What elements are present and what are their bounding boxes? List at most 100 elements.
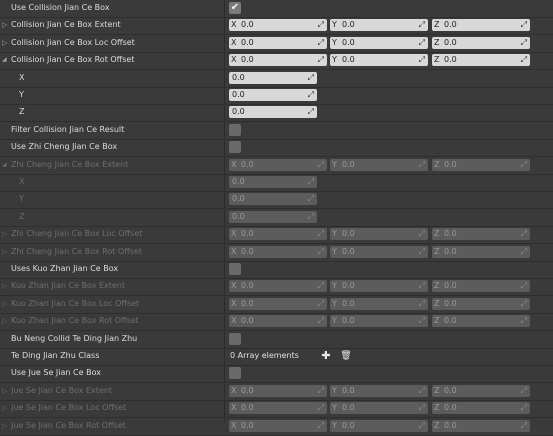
property-row: Use Zhi Cheng Jian Ce Box — [0, 139, 553, 158]
z-value-field[interactable]: Z 0.0 ⤢ — [432, 19, 530, 32]
x-value-field: X 0.0 ⤢ — [229, 315, 327, 328]
collapsed-arrow-icon[interactable]: ▷ — [2, 38, 10, 48]
drag-spin-icon: ⤢ — [418, 246, 425, 256]
axis-label-x: X — [231, 281, 237, 291]
y-value-field[interactable]: Y 0.0 ⤢ — [330, 19, 428, 32]
collapsed-arrow-icon[interactable]: ▷ — [2, 421, 10, 431]
x-value-text: 0.0 — [241, 420, 254, 430]
axis-label-x: X — [231, 403, 237, 413]
checkbox-use-zhi-cheng-jian-ce-box[interactable] — [229, 141, 241, 154]
expanded-arrow-icon[interactable]: ◢ — [2, 55, 10, 65]
x-value-field[interactable]: X 0.0 ⤢ — [229, 19, 327, 32]
collapsed-arrow-icon[interactable]: ▷ — [2, 386, 10, 396]
drag-spin-icon: ⤢ — [317, 420, 324, 430]
axis-label-y: Y — [332, 281, 337, 291]
x-value-text: 0.0 — [241, 298, 254, 308]
z-value-field: Z 0.0 ⤢ — [432, 280, 530, 293]
property-row: ▷ Kuo Zhan Jian Ce Box Loc Offset X 0.0 ⤢ Y 0.… — [0, 296, 553, 314]
axis-label-x: X — [231, 246, 237, 256]
y-value-field: Y 0.0 ⤢ — [330, 245, 428, 258]
drag-spin-icon: ⤢ — [418, 385, 425, 395]
drag-spin-icon: ⤢ — [520, 229, 527, 239]
drag-spin-icon[interactable]: ⤢ — [521, 54, 527, 66]
z-value-field[interactable]: Z 0.0 ⤢ — [432, 54, 530, 67]
drag-spin-icon[interactable]: ⤢ — [521, 19, 527, 31]
drag-spin-icon[interactable]: ⤢ — [308, 72, 314, 84]
collapsed-arrow-icon[interactable]: ▷ — [2, 281, 10, 291]
delete-all-icon[interactable]: 🗑 — [340, 350, 352, 362]
property-row: ▷ Jue Se Jian Ce Box Extent X 0.0 ⤢ Y 0.0 ⤢ Z 0.0… — [0, 383, 553, 401]
drag-spin-icon: ⤢ — [520, 420, 527, 430]
y-value-field: Y 0.0 ⤢ — [330, 158, 428, 171]
collapsed-arrow-icon[interactable]: ▷ — [2, 247, 10, 257]
value-field-y[interactable]: 0.0 ⤢ — [229, 89, 317, 101]
expanded-arrow-icon[interactable]: ◢ — [2, 160, 10, 170]
drag-spin-icon[interactable]: ⤢ — [419, 54, 425, 66]
drag-spin-icon: ⤢ — [520, 316, 527, 326]
drag-spin-icon[interactable]: ⤢ — [308, 89, 314, 101]
drag-spin-icon[interactable]: ⤢ — [318, 54, 324, 66]
collapsed-arrow-icon[interactable]: ▷ — [2, 20, 10, 30]
z-value-text: 0.0 — [444, 298, 457, 308]
drag-spin-icon: ⤢ — [418, 229, 425, 239]
collapsed-arrow-icon[interactable]: ▷ — [2, 403, 10, 413]
drag-spin-icon: ⤢ — [418, 420, 425, 430]
add-element-icon[interactable]: ✚ — [320, 350, 332, 362]
y-value-text: 0.0 — [342, 298, 355, 308]
x-value-field: X 0.0 ⤢ — [229, 245, 327, 258]
checkbox-uses-kuo-zhan-jian-ce-box[interactable] — [229, 263, 241, 275]
z-value-text: 0.0 — [444, 55, 457, 65]
drag-spin-icon[interactable]: ⤢ — [318, 19, 324, 31]
checkbox-filter-collision-jian-ce-result[interactable] — [229, 123, 241, 136]
value-field-z[interactable]: 0.0 ⤢ — [229, 106, 317, 119]
drag-spin-icon: ⤢ — [520, 246, 527, 256]
axis-label-z: Z — [434, 316, 440, 326]
value-text: 0.0 — [232, 107, 245, 117]
z-value-text: 0.0 — [444, 420, 457, 430]
z-value-field[interactable]: Z 0.0 ⤢ — [432, 36, 530, 49]
drag-spin-icon: ⤢ — [307, 194, 314, 204]
value-text: 0.0 — [232, 72, 245, 82]
z-value-text: 0.0 — [444, 385, 457, 395]
x-value-field: X 0.0 ⤢ — [229, 280, 327, 293]
property-row: Y 0.0 ⤢ — [0, 87, 553, 105]
y-value-field: Y 0.0 ⤢ — [330, 315, 428, 328]
drag-spin-icon[interactable]: ⤢ — [521, 37, 527, 49]
drag-spin-icon: ⤢ — [307, 177, 314, 186]
drag-spin-icon: ⤢ — [317, 159, 324, 169]
property-row: Use Jue Se Jian Ce Box — [0, 365, 553, 384]
y-value-text: 0.0 — [342, 403, 355, 413]
y-value-text: 0.0 — [342, 229, 355, 239]
y-value-text: 0.0 — [342, 55, 355, 65]
drag-spin-icon[interactable]: ⤢ — [308, 106, 314, 118]
x-value-text: 0.0 — [241, 316, 254, 326]
property-label-jue-se-jian-ce-box-extent: Jue Se Jian Ce Box Extent — [11, 385, 113, 395]
x-value-field[interactable]: X 0.0 ⤢ — [229, 36, 327, 49]
drag-spin-icon: ⤢ — [307, 211, 314, 221]
collapsed-arrow-icon[interactable]: ▷ — [2, 229, 10, 239]
x-value-field[interactable]: X 0.0 ⤢ — [229, 54, 327, 67]
drag-spin-icon[interactable]: ⤢ — [419, 19, 425, 31]
x-value-text: 0.0 — [241, 403, 254, 413]
value-text: 0.0 — [232, 177, 245, 186]
y-value-field[interactable]: Y 0.0 ⤢ — [330, 36, 428, 49]
value-text: 0.0 — [232, 194, 245, 204]
property-row: ▷ Zhi Cheng Jian Ce Box Rot Offset X 0.0 ⤢ Y 0… — [0, 244, 553, 262]
collapsed-arrow-icon[interactable]: ▷ — [2, 299, 10, 309]
drag-spin-icon[interactable]: ⤢ — [318, 37, 324, 49]
drag-spin-icon[interactable]: ⤢ — [419, 37, 425, 49]
checkbox-bu-neng-collid-te-ding-jian-zhu[interactable] — [229, 332, 241, 345]
property-row: Uses Kuo Zhan Jian Ce Box — [0, 261, 553, 279]
axis-label-z: Z — [434, 229, 440, 239]
value-field-x[interactable]: 0.0 ⤢ — [229, 71, 317, 84]
collapsed-arrow-icon[interactable]: ▷ — [2, 316, 10, 326]
checkbox-use-jue-se-jian-ce-box[interactable] — [229, 367, 241, 380]
drag-spin-icon: ⤢ — [317, 403, 324, 413]
drag-spin-icon: ⤢ — [317, 298, 324, 308]
x-value-text: 0.0 — [241, 281, 254, 291]
z-value-text: 0.0 — [444, 37, 457, 47]
z-value-field: Z 0.0 ⤢ — [432, 384, 530, 397]
y-value-field[interactable]: Y 0.0 ⤢ — [330, 54, 428, 67]
property-row: ▷ Jue Se Jian Ce Box Loc Offset X 0.0 ⤢ Y 0.0 ⤢… — [0, 400, 553, 419]
checkbox-use-collision-jian-ce-box[interactable]: ✔ — [229, 2, 241, 14]
